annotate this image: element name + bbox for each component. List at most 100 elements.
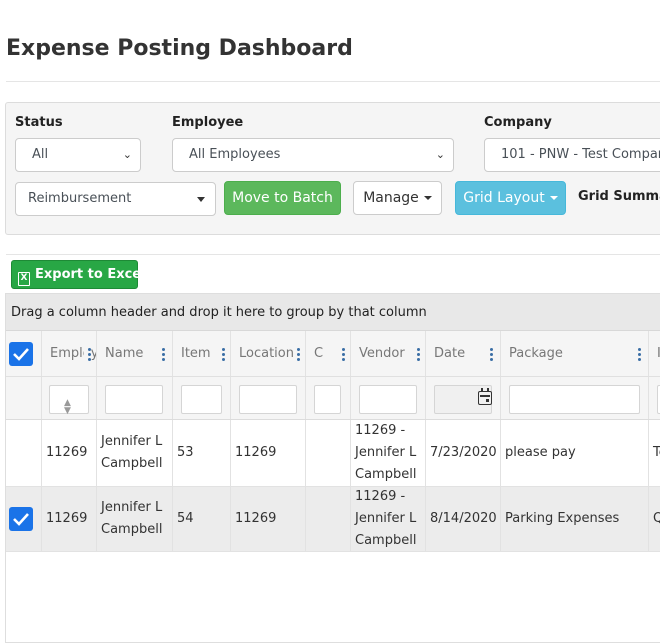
- expense-grid: Drag a column header and drop it here to…: [5, 293, 660, 643]
- title-divider: [6, 81, 660, 82]
- row-select-cell[interactable]: [6, 487, 41, 551]
- cell-extra: Te: [648, 420, 660, 486]
- column-menu-icon[interactable]: [638, 348, 641, 363]
- check-icon: [13, 513, 29, 526]
- column-header-label: C: [314, 346, 324, 361]
- excel-icon: X: [18, 272, 30, 286]
- row-checkbox[interactable]: [9, 507, 33, 531]
- cell-date: 7/23/2020: [425, 420, 500, 486]
- column-header-label: Name: [105, 346, 144, 361]
- type-dropdown[interactable]: Reimbursement: [15, 182, 216, 216]
- cell-employee: 11269: [41, 420, 96, 486]
- caret-down-icon: [197, 197, 205, 202]
- select-all-checkbox[interactable]: [9, 342, 33, 366]
- type-value: Reimbursement: [28, 191, 132, 206]
- employee-filter-input[interactable]: ▲ ▼: [49, 385, 89, 416]
- filter-cell-item: [172, 377, 230, 419]
- package-filter-input[interactable]: [509, 385, 640, 414]
- company-value: 101 - PNW - Test Company: [501, 147, 660, 162]
- cell-name: Jennifer L Campbell: [96, 487, 172, 551]
- table-row[interactable]: 11269 Jennifer L Campbell 54 11269 11269…: [6, 487, 660, 552]
- cell-name: Jennifer L Campbell: [96, 420, 172, 486]
- cell-location: 11269: [230, 487, 305, 551]
- caret-down-icon: [549, 196, 558, 200]
- export-to-excel-button[interactable]: X Export to Excel: [11, 260, 146, 289]
- cell-date: 8/14/2020: [425, 487, 500, 551]
- c-filter-input[interactable]: [314, 385, 341, 414]
- filter-cell-date: [425, 377, 500, 419]
- move-to-batch-label: Move to Batch: [232, 190, 333, 206]
- status-label: Status: [15, 115, 63, 130]
- cell-location: 11269: [230, 420, 305, 486]
- row-select-cell[interactable]: [6, 420, 41, 486]
- select-all-header[interactable]: [6, 331, 41, 376]
- export-label: Export to Excel: [35, 267, 146, 282]
- cell-employee: 11269: [41, 487, 96, 551]
- filter-row: ▲ ▼: [6, 377, 660, 420]
- company-select[interactable]: 101 - PNW - Test Company: [484, 138, 660, 172]
- column-header-label: Date: [434, 346, 466, 361]
- filter-cell-vendor: [350, 377, 425, 419]
- check-icon: [13, 348, 29, 361]
- column-header-label: Location: [239, 346, 294, 361]
- name-filter-input[interactable]: [105, 385, 163, 414]
- column-header-employee[interactable]: Employee: [41, 331, 96, 376]
- employee-label: Employee: [172, 115, 244, 130]
- group-drop-area[interactable]: Drag a column header and drop it here to…: [6, 294, 660, 331]
- cell-vendor: 11269 - Jennifer L Campbell: [350, 420, 425, 486]
- cell-vendor: 11269 - Jennifer L Campbell: [350, 487, 425, 551]
- filter-cell-name: [96, 377, 172, 419]
- filter-cell-c: [305, 377, 350, 419]
- cell-c: [305, 487, 350, 551]
- filter-cell-extra: [648, 377, 660, 419]
- status-select[interactable]: All ⌄: [15, 138, 141, 172]
- cell-package: please pay: [500, 420, 648, 486]
- column-header-label: Item: [181, 346, 211, 361]
- column-header-item[interactable]: Item: [172, 331, 230, 376]
- column-header-package[interactable]: Package: [500, 331, 648, 376]
- grid-layout-label: Grid Layout: [463, 190, 545, 206]
- chevron-down-icon: ⌄: [435, 148, 445, 161]
- column-header-name[interactable]: Name: [96, 331, 172, 376]
- section-divider: [6, 254, 660, 255]
- cell-item: 53: [172, 420, 230, 486]
- employee-value: All Employees: [189, 147, 281, 162]
- column-menu-icon[interactable]: [162, 348, 165, 363]
- chevron-down-icon: ⌄: [122, 148, 132, 161]
- location-filter-input[interactable]: [239, 385, 297, 414]
- manage-button[interactable]: Manage: [353, 181, 442, 215]
- move-to-batch-button[interactable]: Move to Batch: [224, 181, 341, 215]
- column-menu-icon[interactable]: [293, 348, 300, 363]
- cell-item: 54: [172, 487, 230, 551]
- column-menu-icon[interactable]: [490, 348, 493, 363]
- column-header-vendor[interactable]: Vendor: [350, 331, 425, 376]
- page-title: Expense Posting Dashboard: [6, 36, 353, 61]
- column-header-date[interactable]: Date: [425, 331, 500, 376]
- status-value: All: [32, 147, 49, 162]
- vendor-filter-input[interactable]: [359, 385, 417, 414]
- calendar-icon[interactable]: [478, 388, 492, 405]
- cell-extra: Q: [648, 487, 660, 551]
- column-menu-icon[interactable]: [218, 348, 225, 363]
- caret-down-icon: [423, 196, 432, 200]
- grid-summary-label: Grid Summary: [578, 189, 660, 204]
- company-label: Company: [484, 115, 552, 130]
- table-row[interactable]: 11269 Jennifer L Campbell 53 11269 11269…: [6, 420, 660, 487]
- filter-cell-employee: ▲ ▼: [41, 377, 96, 419]
- column-header-label: Package: [509, 346, 563, 361]
- employee-select[interactable]: All Employees ⌄: [172, 138, 454, 172]
- column-menu-icon[interactable]: [413, 348, 420, 363]
- filter-cell-select: [6, 377, 41, 419]
- filter-cell-package: [500, 377, 648, 419]
- grid-layout-button[interactable]: Grid Layout: [455, 181, 566, 215]
- cell-c: [305, 420, 350, 486]
- column-menu-icon[interactable]: [84, 348, 91, 363]
- filter-cell-location: [230, 377, 305, 419]
- column-menu-icon[interactable]: [338, 348, 345, 363]
- column-header-extra[interactable]: I: [648, 331, 660, 376]
- cell-package: Parking Expenses: [500, 487, 648, 551]
- item-filter-input[interactable]: [181, 385, 222, 414]
- spinner-icon[interactable]: ▲ ▼: [64, 399, 71, 416]
- column-header-c[interactable]: C: [305, 331, 350, 376]
- column-header-location[interactable]: Location: [230, 331, 305, 376]
